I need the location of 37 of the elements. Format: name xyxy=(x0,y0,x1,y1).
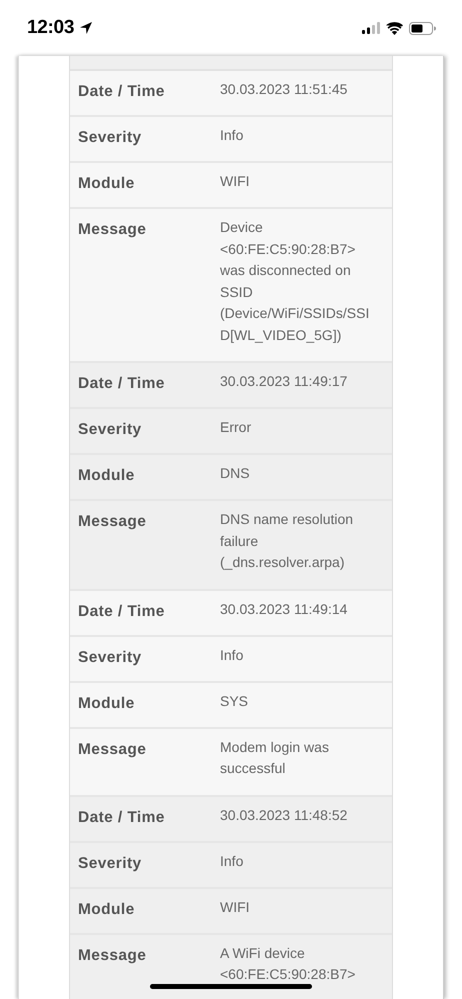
field-value: 30.03.2023 11:51:45 xyxy=(220,81,348,97)
field-label: Message xyxy=(78,740,146,758)
field-value: Info xyxy=(220,127,244,143)
field-value: 30.03.2023 11:49:14 xyxy=(220,600,348,616)
field-value: Info xyxy=(220,646,244,662)
field-label: Date / Time xyxy=(78,375,165,393)
field-label: Severity xyxy=(78,129,142,147)
field-label: Date / Time xyxy=(78,83,165,101)
field-value: A WiFi device <60:FE:C5:90:28:B7> xyxy=(220,944,356,982)
field-label: Severity xyxy=(78,648,142,666)
field-value: Modem login was successful xyxy=(220,738,329,776)
field-value: 30.03.2023 11:48:52 xyxy=(220,806,348,822)
location-arrow-icon xyxy=(79,21,94,35)
wifi-icon xyxy=(386,22,403,34)
field-value: SYS xyxy=(220,692,248,708)
field-value: DNS name resolution failure (_dns.resolver.arpa) xyxy=(220,511,354,570)
field-label: Module xyxy=(78,694,135,712)
field-value: Info xyxy=(220,852,244,868)
field-value: Error xyxy=(220,419,252,435)
field-label: Severity xyxy=(78,421,142,439)
field-label: Message xyxy=(78,946,146,964)
field-label: Module xyxy=(78,900,135,918)
cellular-signal-icon xyxy=(362,22,380,34)
field-value: Device <60:FE:C5:90:28:B7> was disconnected on SSID (Device/WiFi/SSIDs/SSID[WL_VIDEO_5G]) xyxy=(220,219,370,342)
battery-icon xyxy=(409,22,436,34)
field-value: 30.03.2023 11:49:17 xyxy=(220,373,348,389)
field-label: Module xyxy=(78,175,135,193)
field-label: Severity xyxy=(78,854,142,872)
field-label: Message xyxy=(78,221,146,239)
field-label: Message xyxy=(78,513,146,531)
field-value: WIFI xyxy=(220,173,250,189)
field-value: WIFI xyxy=(220,898,250,914)
field-label: Module xyxy=(78,467,135,485)
field-label: Date / Time xyxy=(78,808,165,826)
clock-time: 12:03 xyxy=(27,17,74,39)
field-value: DNS xyxy=(220,465,250,481)
field-label: Date / Time xyxy=(78,602,165,620)
